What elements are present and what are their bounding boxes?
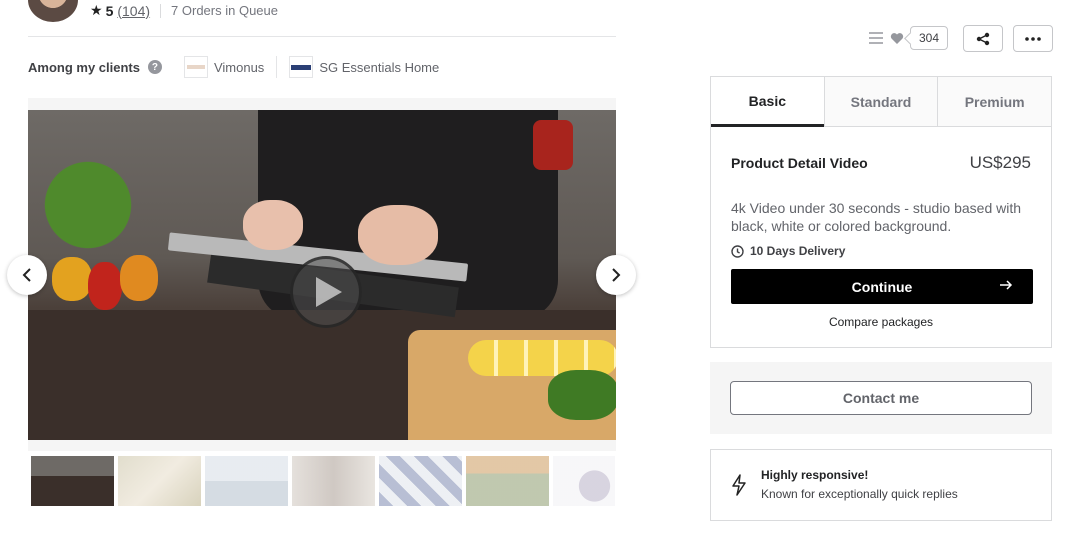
client-logo <box>289 56 314 78</box>
client-logo <box>183 56 208 78</box>
client-sg-essentials-home: SG Essentials Home <box>289 56 439 78</box>
contact-me-button[interactable]: Contact me <box>730 381 1032 415</box>
client-name: Vimonus <box>213 59 265 75</box>
more-options-button[interactable] <box>1013 25 1053 52</box>
package-description: 4k Video under 30 seconds - studio based… <box>731 200 1022 234</box>
chevron-left-icon <box>22 268 31 282</box>
client-vimonus: Vimonus <box>183 56 265 78</box>
clients-row: Among my clients ? Vimonus SG Essentials… <box>28 56 439 78</box>
responsive-subtitle: Known for exceptionally quick replies <box>761 487 958 501</box>
play-icon <box>316 277 342 307</box>
gallery-thumbnail[interactable] <box>31 456 114 506</box>
gallery-video[interactable] <box>28 110 616 440</box>
rating-score: 5 <box>105 2 114 19</box>
gallery-next-button[interactable] <box>596 255 636 295</box>
packages-card: Basic Standard Premium Product Detail Vi… <box>710 76 1052 348</box>
continue-label: Continue <box>851 278 913 295</box>
save-count: 304 <box>910 26 949 50</box>
orders-in-queue: 7 Orders in Queue <box>171 3 278 18</box>
package-price: US$295 <box>969 153 1031 172</box>
share-button[interactable] <box>963 25 1003 52</box>
chevron-right-icon <box>612 268 621 282</box>
gallery-thumbnail[interactable] <box>466 456 549 506</box>
continue-button[interactable]: Continue <box>731 269 1033 304</box>
arrow-right-icon <box>1000 280 1013 290</box>
divider <box>160 3 162 18</box>
help-icon[interactable]: ? <box>147 60 162 74</box>
tab-basic[interactable]: Basic <box>711 77 824 127</box>
gallery-prev-button[interactable] <box>7 255 47 295</box>
more-icon <box>1025 36 1041 41</box>
gig-actions: 304 <box>868 26 949 50</box>
gallery-thumbnail[interactable] <box>553 456 615 506</box>
gallery-thumbnails <box>31 456 615 506</box>
compare-packages-link[interactable]: Compare packages <box>711 315 1051 329</box>
share-icon <box>976 32 990 45</box>
package-header: Product Detail Video US$295 <box>731 153 1031 173</box>
gallery-thumbnail[interactable] <box>292 456 375 506</box>
lightning-icon <box>732 474 746 496</box>
gallery <box>28 98 616 451</box>
contact-section: Contact me <box>710 362 1052 434</box>
package-tabs: Basic Standard Premium <box>711 77 1052 127</box>
gallery-thumbnail[interactable] <box>205 456 288 506</box>
divider <box>28 36 616 37</box>
rating-count-link[interactable]: (104) <box>117 3 150 19</box>
heart-icon[interactable] <box>890 32 904 45</box>
responsive-title: Highly responsive! <box>761 468 869 482</box>
client-name: SG Essentials Home <box>319 59 440 75</box>
gallery-thumbnail[interactable] <box>118 456 201 506</box>
responsive-badge-card: Highly responsive! Known for exceptional… <box>710 449 1052 521</box>
clients-label: Among my clients <box>28 59 140 75</box>
star-icon: ★ <box>90 2 103 18</box>
tab-premium[interactable]: Premium <box>937 77 1052 126</box>
clock-icon <box>731 244 744 258</box>
package-title: Product Detail Video <box>731 155 868 171</box>
delivery-time: 10 Days Delivery <box>731 244 845 258</box>
seller-rating: ★ 5 (104) 7 Orders in Queue <box>90 2 278 19</box>
tab-standard[interactable]: Standard <box>823 77 938 126</box>
seller-avatar[interactable] <box>28 0 78 22</box>
delivery-label: 10 Days Delivery <box>750 244 846 258</box>
divider <box>276 56 278 78</box>
play-button[interactable] <box>290 256 362 328</box>
lists-icon[interactable] <box>868 31 884 45</box>
gallery-thumbnail[interactable] <box>379 456 462 506</box>
